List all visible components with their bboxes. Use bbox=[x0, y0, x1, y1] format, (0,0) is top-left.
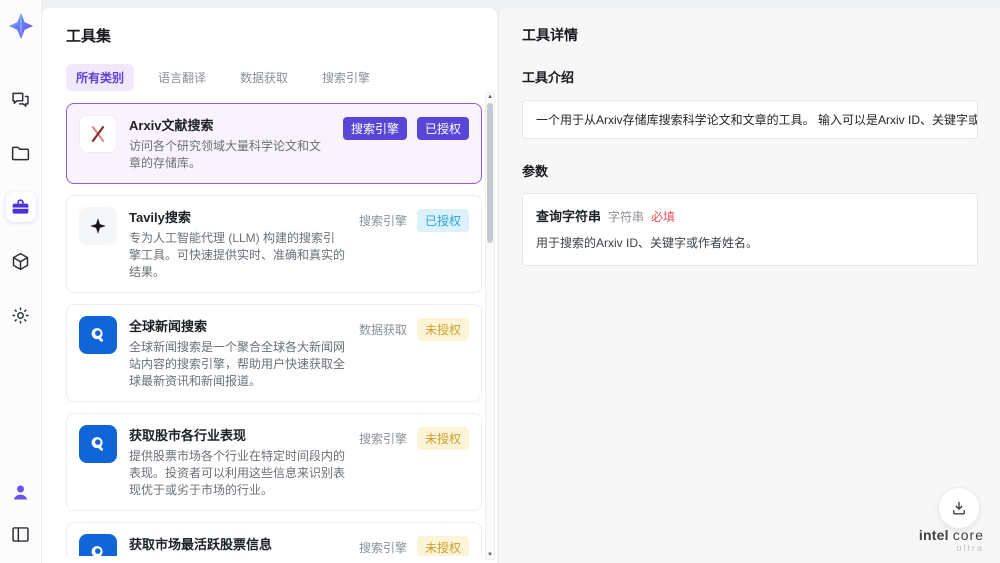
auth-status-badge: 未授权 bbox=[416, 427, 469, 450]
tab-all-categories[interactable]: 所有类别 bbox=[66, 64, 135, 91]
tavily-sparkle-icon bbox=[79, 207, 117, 245]
scroll-down-arrow[interactable]: ▼ bbox=[487, 551, 493, 559]
category-label: 数据获取 bbox=[358, 323, 407, 337]
sidebar-item-settings[interactable] bbox=[6, 300, 36, 330]
tool-intro-text: 一个用于从Arxiv存储库搜索科学论文和文章的工具。 输入可以是Arxiv ID… bbox=[522, 100, 978, 139]
app-logo-icon bbox=[8, 13, 33, 39]
tool-card-active-stocks[interactable]: 获取市场最活跃股票信息 提供当天交易量最高的股票列表。投资者可以利用这些信息来识… bbox=[66, 522, 482, 556]
detail-title: 工具详情 bbox=[522, 27, 578, 43]
brand-sub-text: ultra bbox=[956, 543, 984, 553]
tool-detail-panel: 工具详情 工具介绍 一个用于从Arxiv存储库搜索科学论文和文章的工具。 输入可… bbox=[500, 8, 1000, 563]
category-label: 搜索引擎 bbox=[358, 541, 407, 555]
sidebar-item-chat[interactable] bbox=[6, 84, 36, 114]
app-window: 工具集 所有类别 语言翻译 数据获取 搜索引擎 Arxiv文献搜索 访问各个研究… bbox=[0, 0, 1000, 563]
news-search-blue-icon bbox=[79, 316, 117, 354]
brand-core-text: core bbox=[952, 527, 984, 543]
intro-heading: 工具介绍 bbox=[522, 70, 575, 85]
tool-card-arxiv[interactable]: Arxiv文献搜索 访问各个研究领域大量科学论文和文章的存储库。 搜索引擎 已授… bbox=[66, 103, 482, 184]
param-type: 字符串 bbox=[608, 210, 645, 224]
stock-search-blue-icon bbox=[79, 425, 117, 463]
download-icon bbox=[953, 501, 965, 515]
auth-status-badge: 已授权 bbox=[416, 117, 469, 140]
page-title: 工具集 bbox=[66, 28, 112, 45]
scroll-up-arrow[interactable]: ▲ bbox=[487, 93, 493, 101]
sidebar-item-tools[interactable] bbox=[5, 192, 36, 222]
tool-description: 访问各个研究领域大量科学论文和文章的存储库。 bbox=[129, 139, 322, 170]
avatar-icon bbox=[13, 485, 28, 499]
tool-name: Arxiv文献搜索 bbox=[129, 118, 214, 133]
folder-icon bbox=[11, 146, 30, 160]
tool-description: 专为人工智能代理 (LLM) 构建的搜索引擎工具。可快速提供实时、准确和真实的结… bbox=[129, 231, 346, 279]
parameter-card: 查询字符串 字符串 必填 用于搜索的Arxiv ID、关键字或作者姓名。 bbox=[522, 193, 978, 266]
tool-name: 获取股市各行业表现 bbox=[129, 428, 247, 443]
stock-search-blue-icon bbox=[79, 534, 117, 556]
tab-search-engine[interactable]: 搜索引擎 bbox=[312, 64, 380, 91]
settings-gear-icon bbox=[12, 306, 29, 324]
tool-card-sector-performance[interactable]: 获取股市各行业表现 提供股票市场各个行业在特定时间段内的表现。投资者可以利用这些… bbox=[66, 413, 482, 511]
tool-description: 全球新闻搜索是一个聚合全球各大新闻网站内容的搜索引擎，帮助用户快速获取全球最新资… bbox=[129, 340, 346, 388]
list-scrollbar[interactable]: ▲ ▼ bbox=[485, 92, 495, 560]
chat-icon bbox=[12, 92, 29, 107]
category-tabs: 所有类别 语言翻译 数据获取 搜索引擎 bbox=[66, 64, 497, 91]
sidebar-collapse-toggle[interactable] bbox=[6, 519, 36, 549]
brand-intel-text: intel bbox=[918, 527, 949, 543]
intel-core-logo: intel core ultra bbox=[918, 527, 984, 555]
scrollbar-thumb[interactable] bbox=[487, 103, 493, 243]
tab-translation[interactable]: 语言翻译 bbox=[148, 64, 216, 91]
panel-layout-icon bbox=[12, 526, 29, 542]
auth-status-badge: 未授权 bbox=[416, 536, 469, 556]
tool-name: 获取市场最活跃股票信息 bbox=[129, 537, 273, 552]
arxiv-logo-icon bbox=[79, 115, 117, 153]
category-label: 搜索引擎 bbox=[358, 214, 407, 228]
tab-data-fetch[interactable]: 数据获取 bbox=[230, 64, 298, 91]
cube-icon bbox=[12, 252, 29, 270]
category-label: 搜索引擎 bbox=[358, 432, 407, 446]
tool-card-list: Arxiv文献搜索 访问各个研究领域大量科学论文和文章的存储库。 搜索引擎 已授… bbox=[66, 103, 482, 556]
icon-rail bbox=[0, 0, 42, 563]
params-heading: 参数 bbox=[522, 164, 549, 179]
sidebar-item-files[interactable] bbox=[6, 138, 36, 168]
tool-list-panel: 工具集 所有类别 语言翻译 数据获取 搜索引擎 Arxiv文献搜索 访问各个研究… bbox=[42, 8, 497, 563]
auth-status-badge: 已授权 bbox=[416, 209, 469, 232]
toolbox-icon bbox=[12, 198, 29, 214]
tool-name: Tavily搜索 bbox=[129, 210, 191, 225]
tool-card-tavily[interactable]: Tavily搜索 专为人工智能代理 (LLM) 构建的搜索引擎工具。可快速提供实… bbox=[66, 195, 482, 293]
tool-name: 全球新闻搜索 bbox=[129, 319, 208, 334]
sidebar-item-account[interactable] bbox=[6, 477, 36, 507]
tool-description: 提供股票市场各个行业在特定时间段内的表现。投资者可以利用这些信息来识别表现优于或… bbox=[129, 449, 346, 497]
download-button[interactable] bbox=[938, 487, 980, 529]
sidebar-item-models[interactable] bbox=[6, 246, 36, 276]
param-name: 查询字符串 bbox=[536, 209, 602, 224]
auth-status-badge: 未授权 bbox=[416, 318, 469, 341]
category-badge: 搜索引擎 bbox=[342, 117, 407, 140]
param-description: 用于搜索的Arxiv ID、关键字或作者姓名。 bbox=[536, 236, 759, 250]
tool-card-global-news[interactable]: 全球新闻搜索 全球新闻搜索是一个聚合全球各大新闻网站内容的搜索引擎，帮助用户快速… bbox=[66, 304, 482, 402]
param-required-flag: 必填 bbox=[651, 210, 676, 224]
